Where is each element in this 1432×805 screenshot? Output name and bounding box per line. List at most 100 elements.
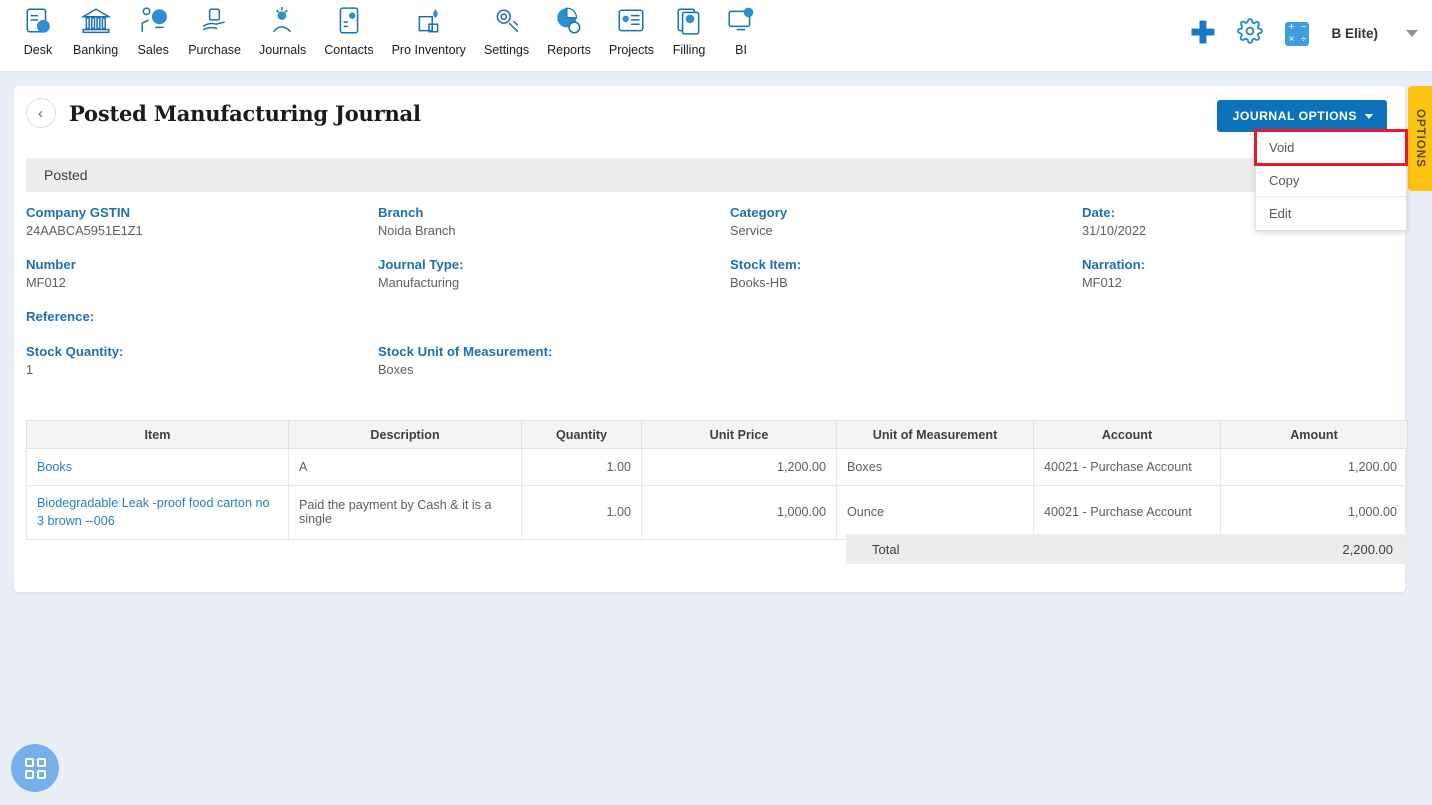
detail-row: Stock Quantity: 1 Stock Unit of Measuremen… [26, 343, 1396, 379]
column-header-account: Account [1033, 420, 1221, 449]
column-header-unit-price: Unit Price [641, 420, 837, 449]
column-header-unit-of-measurement: Unit of Measurement [836, 420, 1034, 449]
settings-icon [490, 4, 524, 38]
nav-item-banking[interactable]: Banking [64, 0, 127, 57]
calc-plus: + [1288, 21, 1295, 33]
journal-detail-card: ‹ Posted Manufacturing Journal JOURNAL O… [14, 86, 1408, 592]
column-header-item: Item [26, 420, 289, 449]
grid-cell [36, 757, 46, 767]
table-header-row: Item Description Quantity Unit Price Uni… [26, 420, 1408, 449]
calc-minus: − [1300, 21, 1307, 33]
cell-description: Paid the payment by Cash & it is a singl… [288, 485, 522, 540]
detail-field: Reference: [26, 308, 378, 327]
detail-field: Category Service [730, 204, 1082, 240]
journal-detail-fields: Company GSTIN 24AABCA5951E1Z1 Branch Noida … [26, 204, 1396, 395]
nav-item-projects[interactable]: Projects [600, 0, 663, 57]
calculator-icon[interactable]: + − × ÷ [1285, 21, 1310, 46]
detail-value: 1 [26, 361, 34, 377]
options-side-tab-label: OPTIONS [1414, 109, 1426, 168]
apps-launcher-button[interactable] [11, 744, 59, 792]
cell-account: 40021 - Purchase Account [1033, 448, 1221, 486]
grid-cell [24, 769, 34, 779]
column-header-amount: Amount [1220, 420, 1408, 449]
purchase-icon [198, 4, 232, 38]
cell-unit-of-measurement: Ounce [836, 485, 1034, 540]
nav-item-label: BI [735, 43, 747, 57]
reports-icon [552, 4, 586, 38]
grid-apps-icon [24, 757, 46, 779]
nav-item-settings[interactable]: Settings [475, 0, 538, 57]
detail-label: Stock Unit of Measurement: [378, 343, 553, 359]
nav-item-label: Reports [547, 43, 591, 57]
cell-description: A [288, 448, 522, 486]
nav-item-desk[interactable]: Desk [12, 0, 64, 57]
detail-row: Number MF012 Journal Type: Manufacturing Sto… [26, 256, 1396, 292]
nav-right-actions: ✚ + − × ÷ B Elite) [1190, 18, 1418, 49]
cell-unit-price: 1,200.00 [641, 448, 837, 486]
user-menu-label[interactable]: B Elite) [1331, 26, 1378, 41]
nav-item-journals[interactable]: Journals [250, 0, 315, 57]
back-button[interactable]: ‹ [26, 98, 56, 128]
cell-item[interactable]: Books [26, 448, 289, 486]
nav-item-reports[interactable]: Reports [538, 0, 600, 57]
detail-value: MF012 [26, 274, 66, 290]
line-items-table: Item Description Quantity Unit Price Uni… [26, 420, 1408, 540]
detail-field: Stock Unit of Measurement: Boxes [378, 343, 730, 379]
cell-amount: 1,200.00 [1220, 448, 1408, 486]
status-text: Posted [44, 167, 88, 183]
nav-item-sales[interactable]: Sales [127, 0, 179, 57]
dashboard-icon [21, 4, 55, 38]
options-side-tab[interactable]: OPTIONS [1408, 86, 1432, 191]
nav-item-filling[interactable]: Filling [663, 0, 715, 57]
item-link[interactable]: Biodegradable Leak -proof food carton no… [37, 496, 269, 528]
detail-value: 24AABCA5951E1Z1 [26, 223, 143, 239]
page-title: Posted Manufacturing Journal [69, 100, 421, 126]
item-link[interactable]: Books [37, 460, 72, 474]
cell-account: 40021 - Purchase Account [1033, 485, 1221, 540]
table-body: Books A 1.00 1,200.00 Boxes 40021 - Purchase … [26, 448, 1408, 540]
table-row: Books A 1.00 1,200.00 Boxes 40021 - Purchase … [26, 448, 1408, 486]
card-header: ‹ Posted Manufacturing Journal [14, 86, 1405, 140]
chevron-down-icon[interactable] [1406, 30, 1418, 37]
journal-options-button[interactable]: JOURNAL OPTIONS [1216, 100, 1387, 132]
detail-value: Noida Branch [378, 223, 456, 239]
cell-quantity: 1.00 [521, 485, 642, 540]
nav-item-pro-inventory[interactable]: Pro Inventory [383, 0, 475, 57]
detail-value: Boxes [378, 361, 414, 377]
detail-label: Stock Item: [730, 256, 802, 272]
detail-field: Company GSTIN 24AABCA5951E1Z1 [26, 204, 378, 240]
plus-icon[interactable]: ✚ [1190, 18, 1215, 49]
cell-item[interactable]: Biodegradable Leak -proof food carton no… [26, 485, 289, 540]
nav-item-label: Projects [608, 43, 655, 57]
grid-cell [24, 757, 34, 767]
cell-amount: 1,000.00 [1220, 485, 1408, 540]
detail-row: Reference: [26, 308, 1396, 327]
detail-label: Branch [378, 205, 424, 220]
column-header-quantity: Quantity [521, 420, 642, 449]
contacts-icon [332, 4, 366, 38]
detail-field: Narration: MF012 [1082, 256, 1432, 292]
journal-options-label: JOURNAL OPTIONS [1232, 109, 1357, 123]
column-header-description: Description [288, 420, 522, 449]
calc-divide: ÷ [1300, 33, 1307, 45]
top-navigation-bar: Desk Banking Sales Purchase Journals Contacts… [0, 0, 1432, 72]
journal-options-item-copy[interactable]: Copy [1256, 164, 1406, 197]
cell-unit-price: 1,000.00 [641, 485, 837, 540]
journal-options-item-void[interactable]: Void [1254, 129, 1408, 166]
detail-field: Branch Noida Branch [378, 204, 730, 240]
detail-field: Journal Type: Manufacturing [378, 256, 730, 292]
filling-icon [672, 4, 706, 38]
detail-label: Number [26, 256, 76, 272]
detail-field: Stock Item: Books-HB [730, 256, 1082, 292]
nav-item-contacts[interactable]: Contacts [315, 0, 382, 57]
nav-item-label: Purchase [188, 43, 241, 57]
detail-field: Number MF012 [26, 256, 378, 292]
nav-item-bi[interactable]: BI [715, 0, 767, 57]
nav-item-purchase[interactable]: Purchase [179, 0, 250, 57]
detail-value: Books-HB [730, 274, 788, 290]
line-items-table-wrapper: Item Description Quantity Unit Price Uni… [26, 420, 1408, 540]
chevron-left-icon: ‹ [38, 104, 43, 122]
journal-options-item-edit[interactable]: Edit [1256, 197, 1406, 230]
gear-icon[interactable] [1237, 18, 1264, 49]
grid-cell [36, 769, 46, 779]
